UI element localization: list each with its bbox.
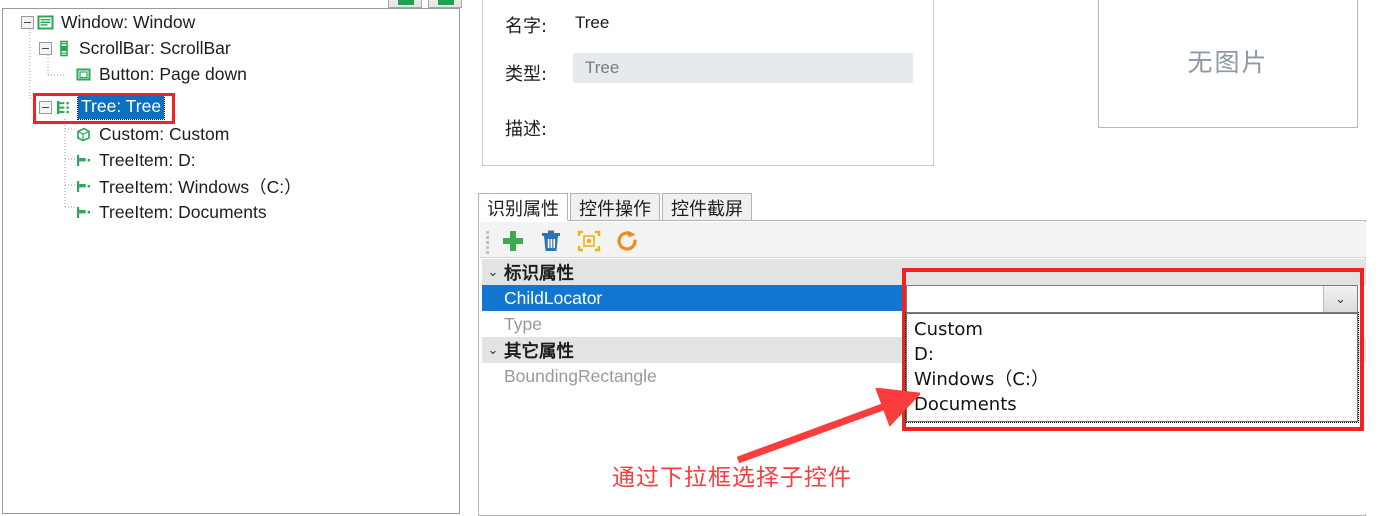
toolbar-grip-handle[interactable]: [486, 231, 490, 254]
control-tree-panel[interactable]: Window: Window ScrollBar: ScrollBar Butt…: [2, 8, 460, 514]
name-field-value[interactable]: Tree: [575, 13, 609, 33]
tree-node-treeitem-windows-c[interactable]: TreeItem: Windows（C:）: [75, 173, 302, 199]
refresh-icon[interactable]: [614, 228, 640, 254]
tab-control-screenshot[interactable]: 控件截屏: [662, 193, 752, 221]
tab-control-actions[interactable]: 控件操作: [570, 193, 660, 221]
custom-icon: [75, 126, 92, 143]
chevron-down-icon[interactable]: ⌄: [482, 259, 504, 285]
property-name: BoundingRectangle: [482, 363, 904, 389]
button-icon: [75, 66, 92, 83]
app-root: Window: Window ScrollBar: ScrollBar Butt…: [0, 0, 1380, 516]
type-field-value: Tree: [585, 58, 620, 77]
control-info-card: 名字: Tree 类型: Tree 描述:: [482, 0, 934, 166]
combobox-option-custom[interactable]: Custom: [907, 317, 1357, 342]
type-field-input[interactable]: Tree: [573, 53, 913, 83]
property-group-title: 其它属性: [504, 341, 574, 362]
name-field-label: 名字:: [505, 16, 548, 37]
treeitem-icon: [75, 178, 92, 195]
tree-node-label: Window: Window: [61, 11, 196, 32]
chevron-down-icon[interactable]: ⌄: [1323, 286, 1357, 312]
tree-node-treeitem-d[interactable]: TreeItem: D:: [75, 147, 196, 173]
property-name: ChildLocator: [482, 285, 904, 311]
combobox-option-d[interactable]: D:: [907, 342, 1357, 367]
properties-toolbar: [480, 222, 1366, 258]
childlocator-combobox[interactable]: ⌄ Custom D: Windows（C:） Documents: [905, 285, 1359, 423]
tree-icon: [55, 99, 72, 116]
tree-node-label: TreeItem: Windows（C:）: [99, 176, 302, 197]
tree-toolbar-button-1[interactable]: [388, 0, 422, 8]
combobox-dropdown-list[interactable]: Custom D: Windows（C:） Documents: [905, 312, 1359, 423]
tree-node-label: Custom: Custom: [99, 123, 230, 144]
tree-node-label: Button: Page down: [99, 63, 247, 84]
capture-icon[interactable]: [576, 228, 602, 254]
add-icon[interactable]: [500, 228, 526, 254]
tab-recognition-properties[interactable]: 识别属性: [478, 193, 568, 221]
description-field-label: 描述:: [505, 119, 548, 140]
expander-collapse-icon[interactable]: [21, 15, 34, 29]
property-group-header-identification[interactable]: ⌄ 标识属性: [482, 259, 1366, 285]
scrollbar-icon: [55, 40, 72, 57]
treeitem-icon: [75, 204, 92, 221]
delete-icon[interactable]: [538, 228, 564, 254]
combobox-field[interactable]: ⌄: [906, 285, 1358, 313]
expander-collapse-icon[interactable]: [39, 41, 52, 55]
tree-node-treeitem-documents[interactable]: TreeItem: Documents: [75, 199, 267, 225]
image-preview-placeholder-text: 无图片: [1187, 48, 1269, 77]
chevron-down-icon[interactable]: ⌄: [482, 337, 504, 363]
tree-node-scrollbar[interactable]: ScrollBar: ScrollBar: [39, 35, 231, 61]
property-name: Type: [482, 311, 904, 337]
tree-node-label: TreeItem: Documents: [99, 201, 267, 222]
treeitem-icon: [75, 152, 92, 169]
combobox-option-documents[interactable]: Documents: [907, 392, 1357, 417]
combobox-option-windows-c[interactable]: Windows（C:）: [907, 367, 1357, 392]
type-field-label: 类型:: [505, 64, 548, 85]
annotation-text: 通过下拉框选择子控件: [612, 465, 852, 491]
toolbar-button-2-glyph: [438, 0, 454, 5]
image-preview-placeholder[interactable]: 无图片: [1098, 0, 1358, 128]
tree-toolbar-button-2[interactable]: [428, 0, 462, 8]
tree-node-label: ScrollBar: ScrollBar: [79, 37, 231, 58]
tree-node-tree[interactable]: Tree: Tree: [39, 94, 166, 120]
tab-bar: 识别属性 控件操作 控件截屏: [478, 192, 754, 221]
tree-node-window[interactable]: Window: Window: [21, 9, 195, 35]
property-group-title: 标识属性: [504, 263, 574, 284]
tree-node-label-selected: Tree: Tree: [76, 94, 166, 120]
expander-collapse-icon[interactable]: [39, 100, 52, 114]
tree-node-custom[interactable]: Custom: Custom: [75, 121, 229, 147]
tree-node-label: TreeItem: D:: [99, 149, 196, 170]
tree-node-button-page-down[interactable]: Button: Page down: [75, 61, 247, 87]
window-icon: [37, 14, 54, 31]
toolbar-button-1-glyph: [398, 0, 414, 5]
